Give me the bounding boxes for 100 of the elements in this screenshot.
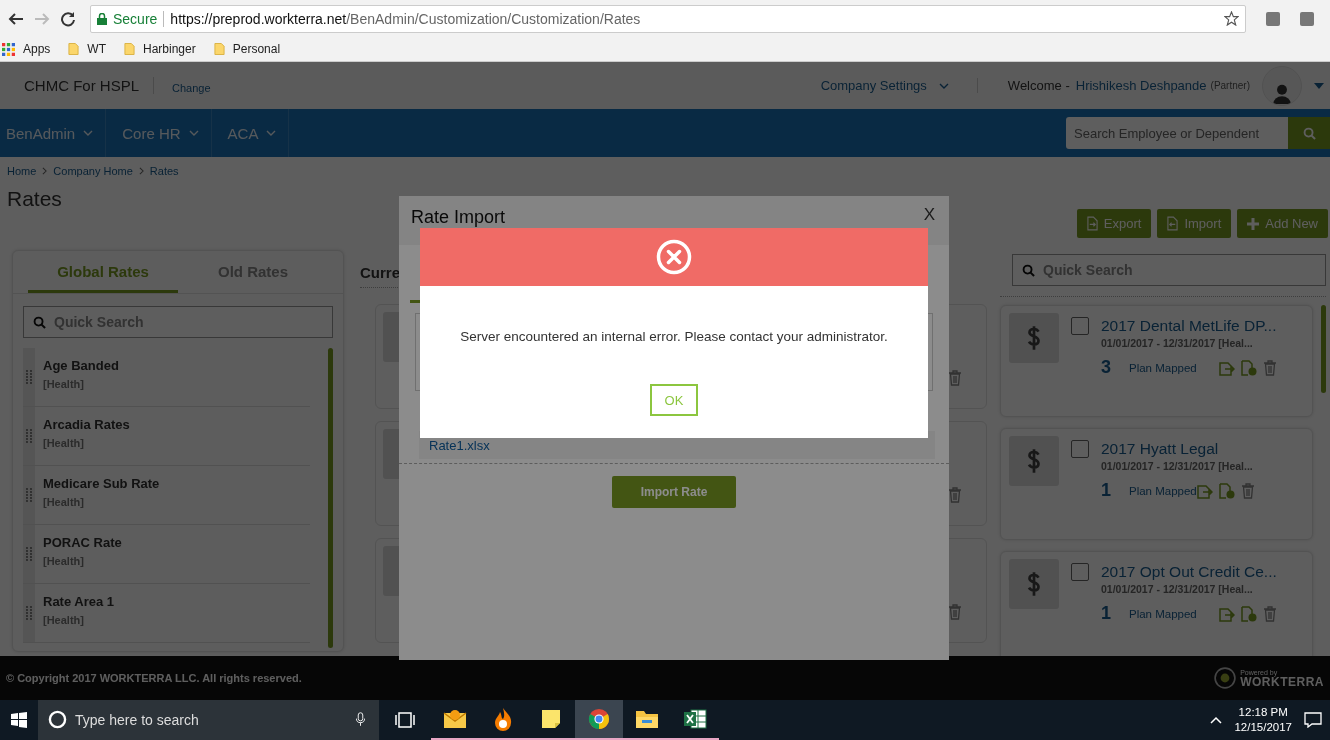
trash-icon[interactable] <box>948 604 962 620</box>
error-message: Server encountered an internal error. Please contact your administrator. <box>459 329 889 344</box>
flame-icon <box>493 707 513 731</box>
breadcrumb-link[interactable]: Home <box>7 165 37 177</box>
checkbox[interactable] <box>1071 317 1089 335</box>
rate-card[interactable]: 2017 Dental MetLife DP... 01/01/2017 - 12/31/2017 [Heal... 3 Plan Mapped <box>1000 305 1313 417</box>
extension-icon[interactable] <box>1300 11 1314 26</box>
bookmark[interactable]: Harbinger <box>124 42 196 56</box>
company-settings-menu[interactable]: Company Settings <box>820 78 978 93</box>
folder-icon <box>68 42 80 56</box>
folder-icon <box>635 709 659 729</box>
scrollbar-thumb[interactable] <box>328 348 333 648</box>
rate-dates: 01/01/2017 - 12/31/2017 [Heal... <box>1101 337 1254 349</box>
scrollbar-thumb[interactable] <box>1321 305 1326 393</box>
rate-name: Medicare Sub Rate <box>43 476 160 491</box>
clock[interactable]: 12:18 PM 12/15/2017 <box>1234 705 1292 735</box>
tab[interactable]: Global Rates <box>28 251 178 293</box>
folder-icon <box>213 42 225 56</box>
change-link[interactable]: Change <box>172 81 211 94</box>
bookmark[interactable]: WT <box>68 42 106 56</box>
star-icon[interactable] <box>1224 11 1239 26</box>
taskbar-app[interactable] <box>575 700 623 740</box>
windows-start-icon[interactable] <box>11 712 27 728</box>
nav-menu[interactable]: ACA <box>221 109 290 157</box>
notification-icon[interactable] <box>1304 712 1322 728</box>
plan-count: 1 <box>1101 480 1112 501</box>
envelope-icon <box>443 709 467 729</box>
chevron-right-icon <box>42 167 48 175</box>
chevron-right-icon <box>138 167 144 175</box>
checkbox[interactable] <box>1071 563 1089 581</box>
forward-arrow-icon[interactable] <box>34 10 50 27</box>
rate-card[interactable]: 2017 Opt Out Credit Ce... 01/01/2017 - 12/31/2017 [Heal... 1 Plan Mapped <box>1000 551 1313 656</box>
rate-title-link[interactable]: 2017 Hyatt Legal <box>1101 440 1255 458</box>
drag-handle-icon[interactable] <box>26 547 32 561</box>
import-rate-button[interactable]: Import Rate <box>612 476 736 508</box>
task-view-icon[interactable] <box>395 712 415 728</box>
rate-name: Rate Area 1 <box>43 594 115 609</box>
drag-handle-icon[interactable] <box>26 429 32 443</box>
bookmark[interactable]: Apps <box>2 42 51 56</box>
chevron-down-icon <box>938 82 949 89</box>
file-export-icon <box>1086 216 1098 231</box>
ok-button[interactable]: OK <box>650 384 698 416</box>
file-clock-icon[interactable] <box>1240 605 1257 622</box>
drag-handle-icon[interactable] <box>26 370 32 384</box>
trash-icon[interactable] <box>1262 605 1277 622</box>
sticky-note-icon <box>541 709 561 729</box>
nav-menu[interactable]: Core HR <box>116 109 212 157</box>
reload-icon[interactable] <box>60 10 76 27</box>
taskbar-search-field[interactable]: Type here to search <box>38 700 379 740</box>
trash-icon[interactable] <box>948 370 962 386</box>
chevron-down-icon <box>188 130 199 136</box>
extension-icon[interactable] <box>1266 11 1280 26</box>
file-name-link[interactable]: Rate1.xlsx <box>429 437 490 453</box>
breadcrumb-link[interactable]: Company Home <box>53 165 133 177</box>
toolbar-button[interactable]: Add New <box>1237 209 1328 238</box>
apps-grid-icon <box>2 42 15 56</box>
file-export-icon[interactable] <box>1218 605 1235 622</box>
employee-search-field[interactable]: Search Employee or Dependent <box>1066 117 1288 149</box>
plan-count: 3 <box>1101 357 1112 378</box>
rate-title-link[interactable]: 2017 Opt Out Credit Ce... <box>1101 563 1277 581</box>
toolbar-button[interactable]: Export <box>1076 209 1152 238</box>
file-export-icon[interactable] <box>1218 359 1235 376</box>
file-clock-icon[interactable] <box>1218 482 1235 499</box>
bookmark[interactable]: Personal <box>213 42 281 56</box>
breadcrumb-link[interactable]: Rates <box>149 165 179 177</box>
secure-label: Secure <box>113 10 158 27</box>
back-arrow-icon[interactable] <box>8 10 24 27</box>
microphone-icon[interactable] <box>356 712 365 727</box>
nav-menu[interactable]: BenAdmin <box>0 109 107 157</box>
folder-icon <box>124 42 135 56</box>
file-clock-icon[interactable] <box>1240 359 1257 376</box>
search-button[interactable] <box>1288 117 1330 149</box>
rate-name: Age Banded <box>43 358 119 373</box>
drag-handle-icon[interactable] <box>26 488 32 502</box>
welcome-text: Welcome - <box>1007 78 1070 93</box>
plan-mapped-label: Plan Mapped <box>1129 607 1197 620</box>
user-name-link[interactable]: Hrishikesh Deshpande <box>1075 78 1207 93</box>
rate-title-link[interactable]: 2017 Dental MetLife DP... <box>1101 317 1277 335</box>
url-text: https://preprod.workterra.net/BenAdmin/Customization/Customization/Rates <box>170 10 641 27</box>
trash-icon[interactable] <box>1240 482 1255 499</box>
rate-name: Arcadia Rates <box>43 417 130 432</box>
plan-mapped-label: Plan Mapped <box>1129 361 1197 374</box>
plan-count: 1 <box>1101 603 1112 624</box>
address-bar[interactable]: Secure https://preprod.workterra.net/BenAdmin/Customization/Customization/Rates <box>90 4 1246 33</box>
cortana-ring-icon <box>48 710 67 729</box>
checkbox[interactable] <box>1071 440 1089 458</box>
trash-icon[interactable] <box>1262 359 1277 376</box>
company-name: CHMC For HSPL <box>24 77 154 94</box>
lock-icon <box>97 12 107 25</box>
file-export-icon[interactable] <box>1196 482 1213 499</box>
rate-card[interactable]: 2017 Hyatt Legal 01/01/2017 - 12/31/2017 [Heal... 1 Plan Mapped <box>1000 428 1313 540</box>
chevron-up-icon[interactable] <box>1210 716 1223 724</box>
toolbar-button[interactable]: Import <box>1157 209 1232 238</box>
rate-name: PORAC Rate <box>43 535 122 550</box>
trash-icon[interactable] <box>948 487 962 503</box>
caret-icon[interactable] <box>1314 82 1324 89</box>
close-button[interactable]: X <box>923 205 935 225</box>
chevron-down-icon <box>266 130 277 136</box>
drag-handle-icon[interactable] <box>26 606 32 620</box>
avatar-icon[interactable] <box>1262 65 1302 106</box>
